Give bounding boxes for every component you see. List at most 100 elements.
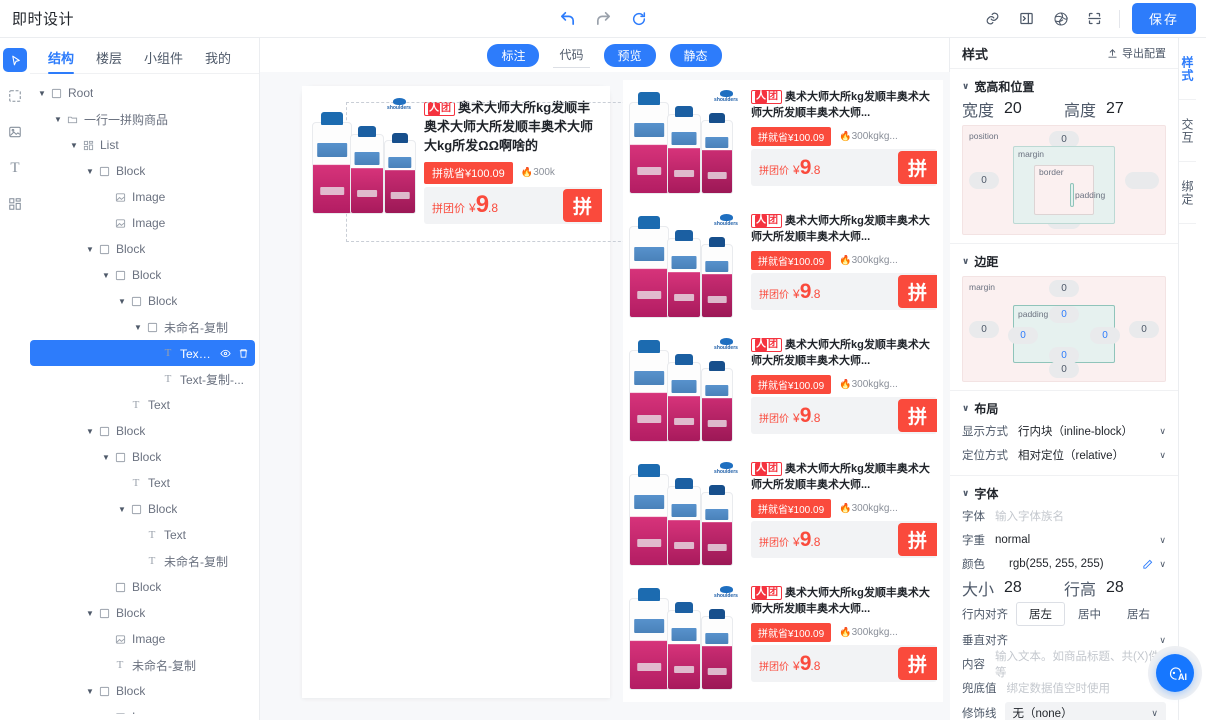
tree-node[interactable]: T 未命名-复制 (30, 548, 255, 574)
fullscreen-icon[interactable] (1083, 7, 1107, 31)
position-left-input[interactable]: 0 (969, 172, 999, 189)
text-align-option-1[interactable]: 居中 (1065, 602, 1114, 626)
canvas-mode-2[interactable]: 预览 (603, 43, 656, 67)
chevron-down-icon[interactable]: ∨ (1159, 426, 1166, 437)
eye-icon[interactable] (220, 348, 231, 359)
link-icon[interactable] (981, 7, 1005, 31)
preview-card-wrapper[interactable]: shoulders 人团奥术大师大所kg发顺丰奥术大师大所发顺丰奥术大师... 拼就… (623, 204, 943, 330)
canvas-mode-3[interactable]: 静态 (669, 43, 722, 67)
text-align-option-2[interactable]: 居右 (1114, 602, 1163, 626)
chevron-down-icon[interactable]: ▼ (68, 141, 80, 150)
preview-card-wrapper[interactable]: shoulders 人团奥术大师大所kg发顺丰奥术大师大所发顺丰奥术大师... 拼就… (623, 328, 943, 454)
height-value[interactable]: 27 (1106, 100, 1124, 118)
product-card[interactable]: shoulders 人团奥术大师大所kg发顺丰奥术大师大所发顺丰奥术大师... 拼就… (623, 204, 943, 330)
chevron-down-icon[interactable]: ∨ (1159, 559, 1166, 570)
cursor-tool-icon[interactable] (3, 48, 27, 72)
right-tab-0[interactable]: 样式 (1179, 38, 1196, 100)
structure-tab-1[interactable]: 楼层 (96, 48, 122, 73)
chevron-down-icon[interactable]: ∨ (1159, 535, 1166, 546)
product-image[interactable]: shoulders (627, 336, 745, 444)
font-family-row[interactable]: 字体 输入字体族名 (962, 504, 1166, 528)
tree-node[interactable]: ▼ Block (30, 600, 255, 626)
tree-node[interactable]: T Text (30, 392, 255, 418)
section-size-position-header[interactable]: ∨ 宽高和位置 (962, 75, 1166, 97)
font-size-field[interactable]: 大小 28 (962, 576, 1064, 600)
tree-node[interactable]: ▼ Block (30, 678, 255, 704)
ai-assistant-icon[interactable]: AI (1156, 654, 1194, 692)
panel-toggle-icon[interactable] (1015, 7, 1039, 31)
chevron-down-icon[interactable]: ▼ (84, 427, 96, 436)
chevron-down-icon[interactable]: ▼ (52, 115, 64, 124)
export-config-button[interactable]: 导出配置 (1107, 45, 1166, 61)
tree-node[interactable]: ▼ List (30, 132, 255, 158)
canvas-mode-0[interactable]: 标注 (487, 43, 540, 67)
tree-node[interactable]: ▼ Block (30, 288, 255, 314)
tree-node[interactable]: Image (30, 184, 255, 210)
product-image[interactable]: shoulders (627, 460, 745, 568)
tree-node[interactable]: T 未命名-复制 (30, 652, 255, 678)
group-buy-button[interactable]: 拼 (897, 399, 937, 433)
block-tool-icon[interactable] (3, 84, 27, 108)
section-layout-header[interactable]: ∨ 布局 (962, 397, 1166, 419)
group-buy-button[interactable]: 拼 (562, 188, 602, 222)
redo-icon[interactable] (591, 7, 615, 31)
product-image[interactable]: shoulders (310, 96, 418, 216)
chevron-down-icon[interactable]: ▼ (84, 687, 96, 696)
padding-right-input[interactable]: 0 (1090, 327, 1120, 344)
undo-icon[interactable] (555, 7, 579, 31)
tree-node[interactable]: T Text (30, 522, 255, 548)
chevron-down-icon[interactable]: ▼ (132, 323, 144, 332)
product-card[interactable]: shoulders 人团奥术大师大所kg发顺丰奥术大师大所发顺丰奥术大师... 拼就… (623, 452, 943, 578)
tree-node[interactable]: Image (30, 626, 255, 652)
product-image[interactable]: shoulders (627, 212, 745, 320)
margin-left-input[interactable]: 0 (969, 321, 999, 338)
font-weight-row[interactable]: 字重 normal ∨ (962, 528, 1166, 552)
position-right-input[interactable] (1125, 172, 1159, 189)
right-tab-1[interactable]: 交互 (1179, 100, 1196, 162)
chevron-down-icon[interactable]: ▼ (84, 245, 96, 254)
chevron-down-icon[interactable]: ∨ (1159, 635, 1166, 646)
tree-node[interactable]: ▼ Block (30, 262, 255, 288)
reset-icon[interactable] (627, 7, 651, 31)
preview-card-wrapper[interactable]: shoulders 人团奥术大师大所kg发顺丰奥术大师大所发顺丰奥术大师... 拼就… (623, 576, 943, 702)
padding-bottom-input[interactable]: 0 (1049, 347, 1079, 364)
tree-node[interactable]: T Text (30, 470, 255, 496)
tree-node[interactable]: ▼ 一行一拼购商品 (30, 106, 255, 132)
group-buy-button[interactable]: 拼 (897, 523, 937, 557)
tree-node[interactable]: ▼ Root (30, 80, 255, 106)
chevron-down-icon[interactable]: ∨ (1159, 450, 1166, 461)
section-spacing-header[interactable]: ∨ 边距 (962, 250, 1166, 272)
component-tool-icon[interactable] (3, 192, 27, 216)
tree-node[interactable]: T Text-复制-... (30, 340, 255, 366)
tree-node[interactable]: Image (30, 704, 255, 714)
product-card[interactable]: shoulders 人团奥术大师大所kg发顺丰奥术大师大所发顺丰奥术大师... 拼就… (623, 576, 943, 702)
group-buy-button[interactable]: 拼 (897, 151, 937, 185)
product-image[interactable]: shoulders (627, 88, 745, 196)
trash-icon[interactable] (238, 348, 249, 359)
chevron-down-icon[interactable]: ▼ (100, 271, 112, 280)
tree-node[interactable]: Image (30, 210, 255, 236)
canvas-mode-1[interactable]: 代码 (553, 43, 590, 68)
artboard[interactable]: shoulders 人团奥术大师大所kg发顺丰奥术大师大所发顺丰奥术大师大kg所发… (302, 86, 646, 698)
preview-card-wrapper[interactable]: shoulders 人团奥术大师大所kg发顺丰奥术大师大所发顺丰奥术大师... 拼就… (623, 452, 943, 578)
tree-node[interactable]: ▼ 未命名-复制 (30, 314, 255, 340)
structure-tab-0[interactable]: 结构 (48, 48, 75, 74)
tree-node[interactable]: Block (30, 574, 255, 600)
structure-tab-3[interactable]: 我的 (205, 48, 231, 73)
chevron-down-icon[interactable]: ▼ (84, 609, 96, 618)
margin-right-input[interactable]: 0 (1129, 321, 1159, 338)
tree-node[interactable]: ▼ Block (30, 444, 255, 470)
chevron-down-icon[interactable]: ▼ (84, 167, 96, 176)
font-color-row[interactable]: 颜色 rgb(255, 255, 255) ∨ (962, 552, 1166, 576)
group-buy-button[interactable]: 拼 (897, 275, 937, 309)
padding-top-input[interactable]: 0 (1049, 306, 1079, 323)
text-decoration-value[interactable]: 无（none） ∨ (1004, 702, 1166, 720)
line-height-value[interactable]: 28 (1106, 579, 1124, 597)
canvas-stage[interactable]: shoulders 人团奥术大师大所kg发顺丰奥术大师大所发顺丰奥术大师大kg所发… (260, 72, 950, 720)
fallback-input[interactable]: 绑定数据值空时使用 (1007, 680, 1111, 696)
chevron-down-icon[interactable]: ▼ (116, 297, 128, 306)
margin-top-input[interactable]: 0 (1049, 280, 1079, 297)
structure-tab-2[interactable]: 小组件 (144, 48, 183, 73)
padding-left-input[interactable]: 0 (1008, 327, 1038, 344)
product-card[interactable]: shoulders 人团奥术大师大所kg发顺丰奥术大师大所发顺丰奥术大师... 拼就… (623, 80, 943, 206)
